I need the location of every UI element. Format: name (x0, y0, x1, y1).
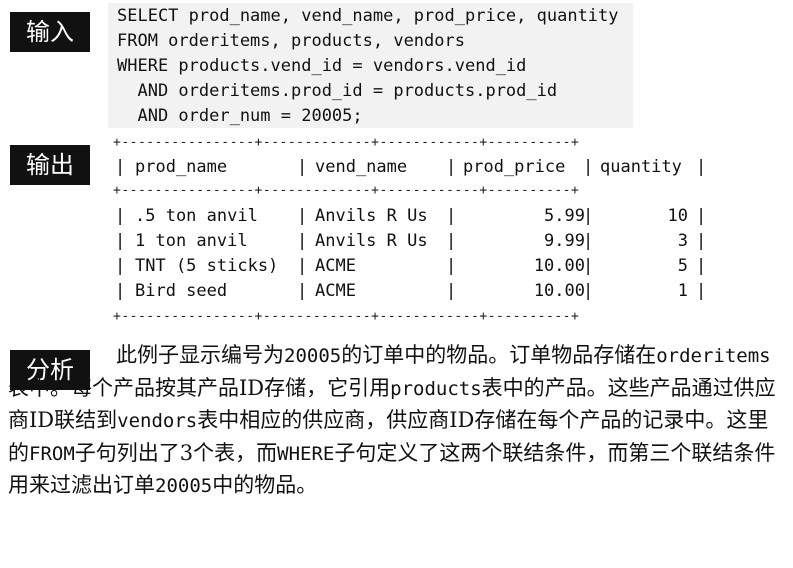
analysis-code-term: vendors (117, 410, 198, 432)
table-row: | .5 ton anvil | Anvils R Us | 5.99 | 10… (113, 204, 713, 229)
table-row: | TNT (5 sticks) | ACME | 10.00 | 5 | (113, 254, 713, 279)
column-divider: | (115, 231, 126, 251)
sql-line: AND order_num = 20005; (117, 106, 363, 126)
column-divider: | (446, 157, 457, 177)
analysis-code-term: FROM (29, 442, 75, 465)
column-divider: | (696, 157, 707, 177)
result-table: +----------------+-------------+--------… (113, 133, 713, 325)
column-divider: | (583, 206, 594, 226)
header-vend-name: vend_name (315, 157, 408, 177)
analysis-text-segment: 的订单中的物品。订单物品存储在 (341, 343, 657, 367)
table-border-bottom: +----------------+-------------+--------… (113, 309, 580, 324)
column-divider: | (696, 256, 707, 276)
header-prod-name: prod_name (135, 157, 228, 177)
column-divider: | (115, 157, 126, 177)
column-divider: | (583, 157, 594, 177)
sql-line: WHERE products.vend_id = vendors.vend_id (117, 56, 527, 76)
cell-prod-name: .5 ton anvil (135, 206, 258, 226)
cell-quantity: 10 (667, 206, 688, 226)
cell-vend-name: Anvils R Us (315, 206, 428, 226)
table-row: | 1 ton anvil | Anvils R Us | 9.99 | 3 | (113, 229, 713, 254)
sql-line: FROM orderitems, products, vendors (117, 31, 465, 51)
analysis-paragraph: 此例子显示编号为20005的订单中的物品。订单物品存储在orderitems表中… (8, 340, 788, 503)
cell-prod-price: 10.00 (533, 256, 585, 276)
analysis-text: 此例子显示编号为20005的订单中的物品。订单物品存储在orderitems表中… (8, 340, 788, 503)
cell-prod-name: 1 ton anvil (135, 231, 248, 251)
output-label: 输出 (10, 145, 90, 185)
column-divider: | (583, 256, 594, 276)
column-divider: | (696, 281, 707, 301)
column-divider: | (297, 281, 308, 301)
column-divider: | (115, 206, 126, 226)
analysis-text-segment: 表中。每个产品按其产品ID存储，它引用 (8, 375, 391, 400)
header-quantity: quantity (600, 157, 682, 177)
cell-quantity: 5 (677, 256, 688, 276)
cell-prod-name: Bird seed (135, 281, 228, 301)
cell-prod-price: 9.99 (544, 231, 585, 251)
cell-quantity: 1 (677, 281, 688, 301)
column-divider: | (696, 206, 707, 226)
cell-prod-price: 10.00 (533, 281, 585, 301)
sql-line: AND orderitems.prod_id = products.prod_i… (117, 81, 558, 101)
sql-line: SELECT prod_name, vend_name, prod_price,… (117, 6, 619, 26)
header-prod-price: prod_price (463, 157, 566, 177)
column-divider: | (583, 231, 594, 251)
analysis-text-segment: 此例子显示编号为 (116, 343, 284, 367)
analysis-code-term: orderitems (656, 345, 771, 367)
analysis-code-term: 20005 (155, 475, 213, 497)
column-divider: | (115, 256, 126, 276)
cell-prod-name: TNT (5 sticks) (135, 256, 279, 276)
cell-vend-name: Anvils R Us (315, 231, 428, 251)
column-divider: | (446, 256, 457, 276)
column-divider: | (446, 231, 457, 251)
table-border-mid: +----------------+-------------+--------… (113, 183, 580, 198)
column-divider: | (115, 281, 126, 301)
column-divider: | (583, 281, 594, 301)
column-divider: | (297, 231, 308, 251)
table-header-row: | prod_name | vend_name | prod_price | q… (113, 155, 713, 180)
input-label: 输入 (10, 12, 90, 52)
analysis-code-term: 20005 (284, 345, 342, 367)
analysis-text-segment: 中的物品。 (212, 473, 318, 497)
column-divider: | (297, 157, 308, 177)
cell-quantity: 3 (677, 231, 688, 251)
cell-prod-price: 5.99 (544, 206, 585, 226)
analysis-code-term: WHERE (277, 442, 335, 465)
column-divider: | (297, 256, 308, 276)
column-divider: | (446, 281, 457, 301)
table-border-top: +----------------+-------------+--------… (113, 135, 580, 150)
cell-vend-name: ACME (315, 281, 356, 301)
cell-vend-name: ACME (315, 256, 356, 276)
analysis-code-term: products (390, 377, 482, 400)
column-divider: | (297, 206, 308, 226)
column-divider: | (696, 231, 707, 251)
analysis-text-segment: 子句列出了3个表，而 (74, 440, 278, 465)
table-row: | Bird seed | ACME | 10.00 | 1 | (113, 279, 713, 304)
column-divider: | (446, 206, 457, 226)
